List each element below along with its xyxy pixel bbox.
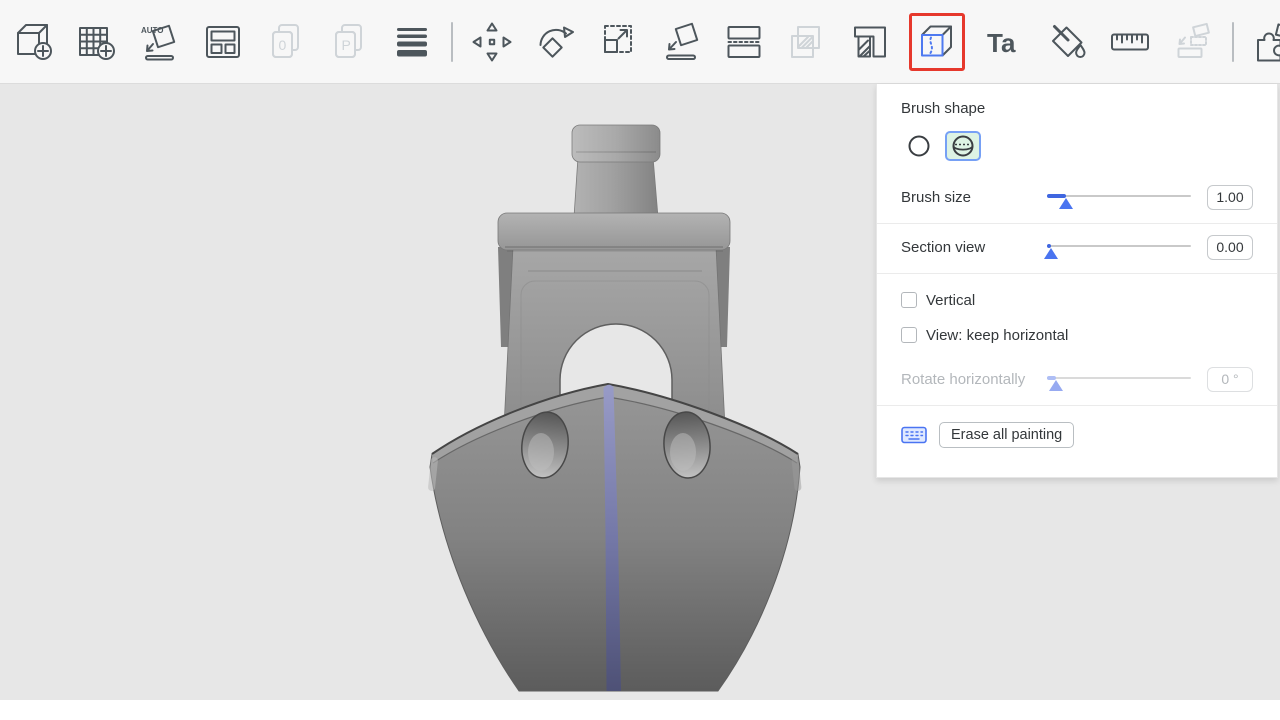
- scale-button[interactable]: [594, 18, 642, 66]
- slider-thumb: [1049, 380, 1063, 391]
- slider-track[interactable]: [1047, 195, 1191, 197]
- puzzle-icon: [1251, 20, 1280, 64]
- mesh-boolean-button[interactable]: [783, 18, 831, 66]
- arrange-button[interactable]: [199, 18, 247, 66]
- erase-all-painting-button[interactable]: Erase all painting: [939, 422, 1074, 448]
- support-painting-button[interactable]: [846, 18, 894, 66]
- auto-orient-button[interactable]: AUTO: [136, 18, 184, 66]
- rotate-horizontally-slider[interactable]: [1047, 367, 1191, 391]
- slider-thumb[interactable]: [1059, 198, 1073, 209]
- auto-orient-icon: AUTO: [138, 20, 182, 64]
- keep-horizontal-label: View: keep horizontal: [926, 327, 1068, 344]
- section-view-label: Section view: [901, 239, 1047, 256]
- lay-on-face-icon: [659, 20, 703, 64]
- rotate-horizontally-value: 0 °: [1207, 367, 1253, 392]
- support-painting-icon: [848, 20, 892, 64]
- vertical-checkbox-row[interactable]: Vertical: [901, 291, 1253, 309]
- rotate-horizontally-label: Rotate horizontally: [901, 371, 1047, 388]
- keyboard-shortcut-icon: [901, 425, 927, 445]
- panel-divider: [877, 273, 1277, 274]
- section-view-slider[interactable]: [1047, 235, 1191, 259]
- move-icon: [470, 20, 514, 64]
- vertical-checkbox[interactable]: [901, 292, 917, 308]
- brush-shape-circle-button[interactable]: [901, 131, 937, 161]
- toolbar-separator: [451, 22, 453, 62]
- split-to-parts-icon: P: [327, 20, 371, 64]
- erase-row: Erase all painting: [901, 419, 1253, 451]
- seam-painting-panel: Brush shape Brush size 1.00 Section view: [876, 84, 1278, 478]
- add-plate-button[interactable]: [73, 18, 121, 66]
- brush-size-row: Brush size 1.00: [901, 184, 1253, 210]
- text-tool-button[interactable]: Ta: [980, 18, 1028, 66]
- color-painting-icon: [1045, 20, 1089, 64]
- split-to-objects-button[interactable]: 0: [262, 18, 310, 66]
- split-to-objects-icon: 0: [264, 20, 308, 64]
- section-view-row: Section view 0.00: [901, 234, 1253, 260]
- brush-size-value[interactable]: 1.00: [1207, 185, 1253, 210]
- panel-divider: [877, 223, 1277, 224]
- svg-text:0: 0: [279, 37, 287, 53]
- color-painting-button[interactable]: [1043, 18, 1091, 66]
- panel-divider: [877, 405, 1277, 406]
- circle-brush-icon: [906, 133, 932, 159]
- cut-icon: [722, 20, 766, 64]
- add-object-button[interactable]: [10, 18, 58, 66]
- seam-painting-button[interactable]: [909, 13, 965, 71]
- brush-size-slider[interactable]: [1047, 185, 1191, 209]
- assemble-button[interactable]: [1249, 18, 1280, 66]
- arrange-icon: [201, 20, 245, 64]
- slider-track[interactable]: [1047, 245, 1191, 247]
- mesh-boolean-icon: [785, 20, 829, 64]
- scale-icon: [596, 20, 640, 64]
- lay-on-face-button[interactable]: [657, 18, 705, 66]
- sphere-brush-icon: [950, 133, 976, 159]
- move-button[interactable]: [468, 18, 516, 66]
- brush-shape-label: Brush shape: [901, 100, 1253, 117]
- rotate-icon: [533, 20, 577, 64]
- rotate-button[interactable]: [531, 18, 579, 66]
- brush-shape-sphere-button[interactable]: [945, 131, 981, 161]
- text-tool-icon: Ta: [982, 20, 1026, 64]
- layers-icon: [390, 20, 434, 64]
- svg-text:Ta: Ta: [987, 28, 1016, 58]
- vertical-label: Vertical: [926, 292, 975, 309]
- keep-horizontal-checkbox[interactable]: [901, 327, 917, 343]
- svg-text:P: P: [342, 37, 351, 53]
- toolbar-separator: [1232, 22, 1234, 62]
- cut-button[interactable]: [720, 18, 768, 66]
- measure-button[interactable]: [1106, 18, 1154, 66]
- slider-track: [1047, 377, 1191, 379]
- main-toolbar: AUTO 0 P: [0, 0, 1280, 84]
- brush-shape-options: [901, 130, 1253, 162]
- brush-size-label: Brush size: [901, 189, 1047, 206]
- slider-thumb[interactable]: [1044, 248, 1058, 259]
- seam-painting-icon: [915, 20, 959, 64]
- rotate-horizontally-row: Rotate horizontally 0 °: [901, 366, 1253, 392]
- keep-horizontal-checkbox-row[interactable]: View: keep horizontal: [901, 326, 1253, 344]
- assembly-view-button[interactable]: [1169, 18, 1217, 66]
- measure-icon: [1108, 20, 1152, 64]
- section-view-value[interactable]: 0.00: [1207, 235, 1253, 260]
- add-plate-icon: [75, 20, 119, 64]
- variable-layer-height-button[interactable]: [388, 18, 436, 66]
- benchy-model: [395, 95, 815, 700]
- add-object-icon: [12, 20, 56, 64]
- split-to-parts-button[interactable]: P: [325, 18, 373, 66]
- assembly-view-icon: [1171, 20, 1215, 64]
